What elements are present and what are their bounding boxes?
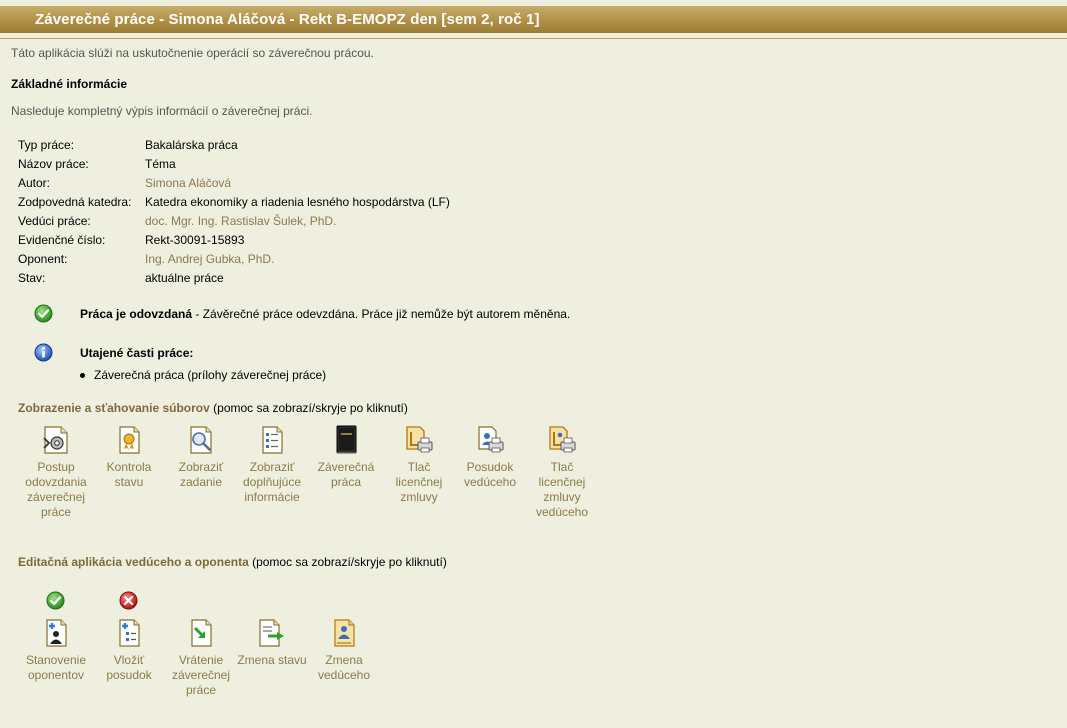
secret-parts-item: Záverečná práca (prílohy záverečnej prác… <box>80 368 326 382</box>
print-contract-icon <box>406 426 433 453</box>
insert-review-button[interactable]: Vložiť posudok <box>94 617 164 683</box>
print-review-icon <box>478 426 504 453</box>
print-contract-supervisor-icon <box>549 426 576 453</box>
thesis-file-button[interactable]: Záverečná práca <box>311 424 381 490</box>
value-title: Téma <box>145 157 176 171</box>
page-title: Záverečné práce - Simona Aláčová - Rekt … <box>35 11 540 28</box>
show-additional-info-label: Zobraziť doplňujúce informácie <box>242 460 302 504</box>
label-state: Stav: <box>18 271 46 285</box>
show-additional-info-button[interactable]: Zobraziť doplňujúce informácie <box>237 424 307 505</box>
secret-parts-item-label: Záverečná práca (prílohy záverečnej prác… <box>94 368 327 382</box>
process-gear-icon <box>43 426 68 454</box>
secret-parts-heading: Utajené časti práce: <box>80 346 194 360</box>
value-type: Bakalárska práca <box>145 138 238 152</box>
edit-section-help: (pomoc sa zobrazí/skryje po kliknutí) <box>248 555 447 569</box>
certificate-icon <box>119 426 140 454</box>
return-thesis-icon <box>191 619 212 647</box>
submitted-notice-title: Práca je odovzdaná <box>80 307 193 321</box>
intro-text: Táto aplikácia slúži na uskutočnenie ope… <box>11 46 374 60</box>
print-license-supervisor-button[interactable]: Tlač licenčnej zmluvy vedúceho <box>527 424 597 520</box>
change-state-label: Zmena stavu <box>237 653 307 667</box>
title-bar: Záverečné práce - Simona Aláčová - Rekt … <box>0 6 1067 33</box>
basic-info-heading: Základné informácie <box>11 77 128 91</box>
info-circle-icon <box>34 343 53 362</box>
book-icon <box>336 425 357 454</box>
assign-opponent-icon <box>46 619 67 647</box>
change-supervisor-button[interactable]: Zmena vedúceho <box>309 617 379 683</box>
show-assignment-label: Zobraziť zadanie <box>178 460 224 489</box>
check-circle-icon <box>34 304 53 323</box>
supervisor-review-label: Posudok vedúceho <box>463 460 517 489</box>
error-circle-icon <box>119 591 138 610</box>
change-state-button[interactable]: Zmena stavu <box>237 617 307 668</box>
label-reg-number: Evidenčné číslo: <box>18 233 106 247</box>
submitted-notice: Práca je odovzdaná - Závěrečné práce ode… <box>80 307 570 321</box>
change-state-icon <box>259 619 284 647</box>
label-department: Zodpovedná katedra: <box>18 195 132 209</box>
status-check-button[interactable]: Kontrola stavu <box>94 424 164 490</box>
thesis-file-label: Záverečná práca <box>317 460 375 489</box>
edit-section-header[interactable]: Editačná aplikácia vedúceho a oponenta (… <box>18 555 447 569</box>
value-department: Katedra ekonomiky a riadenia lesného hos… <box>145 195 450 209</box>
bullet-icon <box>80 372 85 378</box>
change-supervisor-icon <box>334 619 355 647</box>
info-doc-icon <box>262 426 283 454</box>
assign-opponents-button[interactable]: Stanovenie oponentov <box>21 617 91 683</box>
print-license-label: Tlač licenčnej zmluvy <box>395 460 443 504</box>
show-assignment-button[interactable]: Zobraziť zadanie <box>166 424 236 490</box>
files-section-header[interactable]: Zobrazenie a sťahovanie súborov (pomoc s… <box>18 401 408 415</box>
opponent-link[interactable]: Ing. Andrej Gubka, PhD. <box>145 252 274 266</box>
divider <box>0 38 1067 39</box>
value-reg-number: Rekt-30091-15893 <box>145 233 245 247</box>
author-link[interactable]: Simona Aláčová <box>145 176 231 190</box>
label-supervisor: Vedúci práce: <box>18 214 91 228</box>
files-section-title[interactable]: Zobrazenie a sťahovanie súborov <box>18 401 210 415</box>
check-circle-icon <box>46 591 65 610</box>
change-supervisor-label: Zmena vedúceho <box>317 653 371 682</box>
insert-review-icon <box>119 619 140 647</box>
status-check-label: Kontrola stavu <box>106 460 152 489</box>
submitted-notice-text: - Závěrečné práce odevzdána. Práce již n… <box>192 307 571 321</box>
label-type: Typ práce: <box>18 138 75 152</box>
magnifier-doc-icon <box>190 426 212 454</box>
supervisor-review-button[interactable]: Posudok vedúceho <box>455 424 525 490</box>
submission-process-button[interactable]: Postup odovzdania záverečnej práce <box>21 424 91 520</box>
print-license-supervisor-label: Tlač licenčnej zmluvy vedúceho <box>535 460 589 519</box>
edit-section-title[interactable]: Editačná aplikácia vedúceho a oponenta <box>18 555 249 569</box>
assign-opponents-label: Stanovenie oponentov <box>25 653 87 682</box>
return-thesis-label: Vrátenie záverečnej práce <box>171 653 231 697</box>
print-license-button[interactable]: Tlač licenčnej zmluvy <box>384 424 454 505</box>
insert-review-label: Vložiť posudok <box>106 653 152 682</box>
label-title: Názov práce: <box>18 157 89 171</box>
supervisor-link[interactable]: doc. Mgr. Ing. Rastislav Šulek, PhD. <box>145 214 336 228</box>
value-state: aktuálne práce <box>145 271 224 285</box>
basic-info-subtext: Nasleduje kompletný výpis informácií o z… <box>11 104 313 118</box>
files-section-help: (pomoc sa zobrazí/skryje po kliknutí) <box>209 401 408 415</box>
label-author: Autor: <box>18 176 51 190</box>
return-thesis-button[interactable]: Vrátenie záverečnej práce <box>166 617 236 698</box>
label-opponent: Oponent: <box>18 252 68 266</box>
submission-process-label: Postup odovzdania záverečnej práce <box>25 460 87 519</box>
